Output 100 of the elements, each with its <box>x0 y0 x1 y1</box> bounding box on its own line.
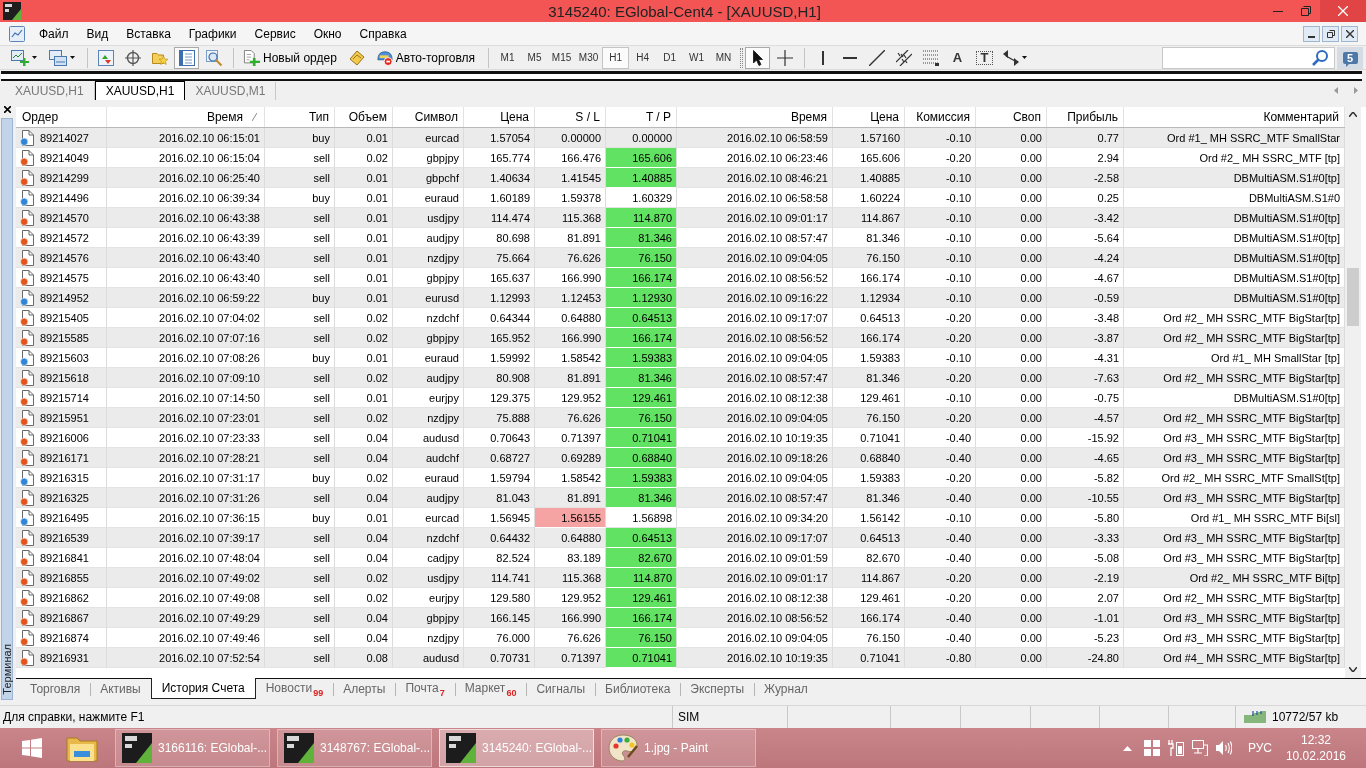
vertical-scrollbar[interactable] <box>1345 107 1361 678</box>
timeframe-button[interactable]: H4 <box>629 46 657 69</box>
timeframe-button[interactable]: M30 <box>575 46 603 69</box>
timeframe-button[interactable]: W1 <box>683 46 711 69</box>
column-header[interactable]: Прибыль <box>1047 107 1124 127</box>
timeframe-button[interactable]: M1 <box>494 46 522 69</box>
table-cell: -2.58 <box>1047 168 1124 188</box>
table-cell: 0.68727 <box>464 448 535 468</box>
table-cell: 0.01 <box>335 208 393 228</box>
column-header[interactable]: Цена <box>833 107 905 127</box>
tab[interactable]: Эксперты <box>680 679 755 699</box>
tab[interactable]: Сигналы <box>526 679 596 699</box>
chart-tab[interactable]: XAUUSD,H1 <box>94 81 186 100</box>
table-cell: 1.12993 <box>464 288 535 308</box>
child-close-button[interactable] <box>1341 25 1358 42</box>
close-icon <box>1338 6 1348 16</box>
table-cell: audchf <box>393 448 464 468</box>
messages-button[interactable]: 5 <box>1337 46 1363 69</box>
table-cell: 0.04 <box>335 448 393 468</box>
column-header[interactable]: Комиссия <box>905 107 976 127</box>
table-cell: 0.08 <box>335 648 393 668</box>
traffic-counter: 10772/57 kb <box>1272 710 1339 724</box>
table-cell: audjpy <box>393 488 464 508</box>
tab[interactable]: Почта$_{7}$ <box>395 679 455 699</box>
column-header[interactable]: Символ <box>393 107 464 127</box>
network-icon[interactable] <box>1191 740 1208 756</box>
table-cell: -0.40 <box>905 488 976 508</box>
timeframe-button[interactable]: M15 <box>548 46 576 69</box>
child-minimize-button[interactable] <box>1303 25 1320 42</box>
timeframe-button[interactable]: M5 <box>521 46 549 69</box>
column-header[interactable]: Тип <box>265 107 335 127</box>
terminal-button[interactable] <box>174 46 199 69</box>
caret-up-icon[interactable] <box>1122 745 1132 751</box>
restore-icon <box>1301 6 1311 16</box>
timeframe-button[interactable]: D1 <box>656 46 684 69</box>
table-cell: 0.00 <box>976 248 1047 268</box>
table-cell: 0.02 <box>335 328 393 348</box>
order-number: 89216325 <box>40 491 89 504</box>
menu-item[interactable]: Файл <box>31 24 77 43</box>
menu-item[interactable]: Вставка <box>118 24 179 43</box>
table-cell: sell <box>265 408 335 428</box>
search-field[interactable] <box>1162 46 1335 69</box>
table-cell: 114.867 <box>833 208 905 228</box>
document-icon <box>20 569 34 586</box>
table-cell: sell <box>265 528 335 548</box>
autotrading-button[interactable]: Авто-торговля <box>371 46 480 69</box>
chart-window-icon[interactable] <box>9 25 25 42</box>
column-header[interactable]: T / P <box>606 107 677 127</box>
column-header[interactable]: S / L <box>535 107 606 127</box>
tab[interactable]: Новости$_{99}$ <box>255 679 334 699</box>
timeframe-button[interactable]: H1 <box>602 46 630 69</box>
column-header[interactable]: Время <box>677 107 833 127</box>
tab[interactable]: Маркет$_{60}$ <box>454 679 527 699</box>
tab[interactable]: Алерты <box>333 679 396 699</box>
scroll-left-icon[interactable] <box>1334 87 1338 94</box>
table-cell: 0.02 <box>335 568 393 588</box>
chart-arrows-icon <box>97 49 114 66</box>
signal-bars-icon <box>1244 711 1266 723</box>
document-icon <box>20 389 34 406</box>
menu-item[interactable]: Окно <box>305 24 350 43</box>
tab[interactable]: Библиотека <box>595 679 681 699</box>
tab[interactable]: Активы <box>90 679 151 699</box>
column-header[interactable]: Цена <box>464 107 535 127</box>
timeframe-button[interactable]: MN <box>710 46 738 69</box>
scrollbar-thumb[interactable] <box>1347 268 1359 326</box>
menu-item[interactable]: Справка <box>351 24 415 43</box>
table-cell: 0.68840 <box>606 448 677 468</box>
table-cell: Ord #2_ MH SSRC_MTF Bi[tp] <box>1124 568 1345 588</box>
speaker-icon[interactable] <box>1215 740 1232 756</box>
table-cell: 0.00 <box>976 608 1047 628</box>
column-header[interactable]: Своп <box>976 107 1047 127</box>
scroll-right-icon[interactable] <box>1354 87 1358 94</box>
table-cell: -3.42 <box>1047 208 1124 228</box>
column-header[interactable]: Время <box>107 107 265 127</box>
crosshair-icon <box>124 49 141 66</box>
search-icon[interactable] <box>1312 49 1328 66</box>
menu-item[interactable]: Вид <box>78 24 117 43</box>
chart-tab[interactable]: XAUUSD,H1 <box>5 82 95 100</box>
scroll-up-icon[interactable] <box>1349 112 1357 117</box>
scroll-down-icon[interactable] <box>1349 667 1357 672</box>
windows-flag-icon[interactable] <box>1143 740 1160 756</box>
tab[interactable]: Торговля <box>20 679 91 699</box>
table-cell: 129.461 <box>606 588 677 608</box>
chart-tab[interactable]: XAUUSD,M1 <box>185 82 277 100</box>
battery-plug-icon[interactable] <box>1167 740 1184 756</box>
tab[interactable]: История Счета <box>150 678 256 699</box>
text-label-button[interactable]: T <box>972 46 998 69</box>
table-cell: -0.40 <box>905 448 976 468</box>
hatched-lines-icon <box>895 49 912 66</box>
windows-logo-icon <box>22 738 42 758</box>
menu-item[interactable]: Графики <box>180 24 245 43</box>
new-order-button[interactable]: Новый ордер <box>239 46 341 69</box>
close-icon[interactable] <box>3 106 11 113</box>
child-restore-button[interactable] <box>1322 25 1339 42</box>
cursor-button[interactable] <box>745 46 771 69</box>
column-header[interactable]: Ордер <box>16 107 107 127</box>
column-header[interactable]: Объем <box>335 107 393 127</box>
tab[interactable]: Журнал <box>754 679 818 699</box>
text-tool-button[interactable]: A <box>945 46 971 69</box>
menu-item[interactable]: Сервис <box>246 24 304 43</box>
